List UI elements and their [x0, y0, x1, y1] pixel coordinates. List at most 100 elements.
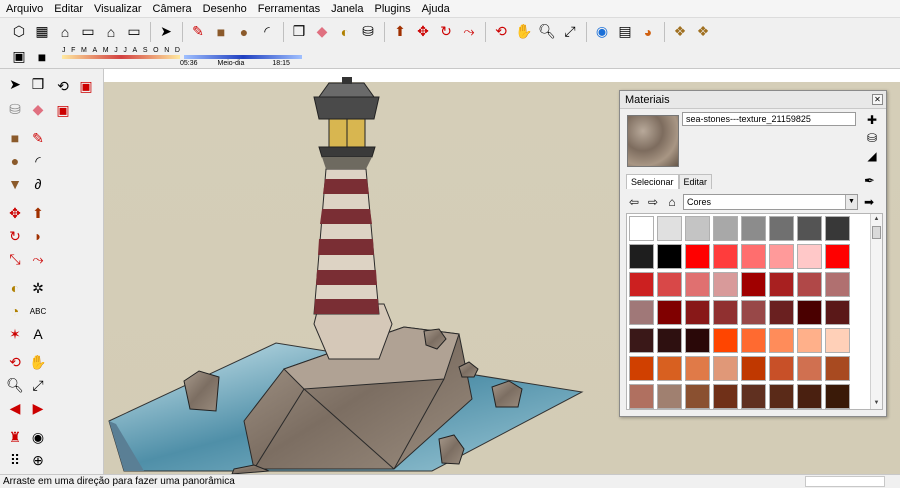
scroll-up-icon[interactable]: ▲	[871, 214, 882, 225]
menu-ajuda[interactable]: Ajuda	[422, 3, 450, 15]
3d-text-icon[interactable]: A	[27, 323, 49, 345]
axes-icon[interactable]: ✶	[4, 323, 26, 345]
select-icon[interactable]: ➤	[4, 73, 26, 95]
top-view-icon[interactable]: ▦	[31, 21, 53, 43]
create-material-icon[interactable]: ✚	[863, 111, 881, 129]
scroll-thumb[interactable]	[872, 226, 881, 239]
share-model-icon[interactable]: ◕	[637, 21, 659, 43]
color-swatch[interactable]	[657, 216, 682, 241]
color-swatch[interactable]	[657, 356, 682, 381]
month-slider[interactable]	[62, 54, 180, 59]
tab-selecionar[interactable]: Selecionar	[626, 174, 679, 189]
select-icon[interactable]: ➤	[155, 21, 177, 43]
pan-icon[interactable]: ✋	[27, 351, 49, 373]
menu-visualizar[interactable]: Visualizar	[94, 3, 142, 15]
color-swatch[interactable]	[713, 384, 738, 409]
rotate-icon[interactable]: ↻	[4, 225, 26, 247]
color-swatch[interactable]	[713, 272, 738, 297]
front-view-icon[interactable]: ⌂	[54, 21, 76, 43]
display-shadows-icon[interactable]: ■	[31, 46, 53, 68]
circle-icon[interactable]: ●	[4, 150, 26, 172]
push-pull-icon[interactable]: ⬆	[27, 202, 49, 224]
color-swatch[interactable]	[797, 384, 822, 409]
dimension-icon[interactable]: ✲	[27, 277, 49, 299]
arc-icon[interactable]: ◜	[27, 150, 49, 172]
pencil-icon[interactable]: ✎	[27, 127, 49, 149]
color-swatch[interactable]	[713, 244, 738, 269]
menu-janela[interactable]: Janela	[331, 3, 363, 15]
follow-me-icon[interactable]: ◗	[27, 225, 49, 247]
color-swatch[interactable]	[769, 272, 794, 297]
color-swatch[interactable]	[769, 244, 794, 269]
menu-arquivo[interactable]: Arquivo	[6, 3, 43, 15]
google-earth-icon[interactable]: ◉	[591, 21, 613, 43]
arc-icon[interactable]: ◜	[256, 21, 278, 43]
push-pull-icon[interactable]: ⬆	[389, 21, 411, 43]
measurements-box[interactable]	[805, 476, 885, 487]
color-swatch[interactable]	[741, 384, 766, 409]
rectangle-icon[interactable]: ■	[4, 127, 26, 149]
color-swatch[interactable]	[629, 356, 654, 381]
home-icon[interactable]: ⌂	[664, 195, 680, 209]
color-swatch[interactable]	[825, 384, 850, 409]
time-slider[interactable]	[184, 54, 302, 59]
move-icon[interactable]: ✥	[4, 202, 26, 224]
polygon-icon[interactable]: ▼	[4, 173, 26, 195]
library-select[interactable]: Cores ▼	[683, 194, 858, 210]
zoom-extents-icon[interactable]: ▣	[75, 75, 97, 97]
position-camera-icon[interactable]: ♜	[4, 426, 26, 448]
color-swatch[interactable]	[741, 216, 766, 241]
color-swatch[interactable]	[685, 272, 710, 297]
forward-arrow-icon[interactable]: ⇨	[645, 195, 661, 209]
zoom-extents-icon[interactable]: ⤢	[559, 21, 581, 43]
freehand-icon[interactable]: ∂	[27, 173, 49, 195]
color-swatch[interactable]	[825, 356, 850, 381]
protractor-icon[interactable]: ◔	[4, 300, 26, 322]
color-swatch[interactable]	[741, 272, 766, 297]
tape-measure-icon[interactable]: ◐	[334, 21, 356, 43]
material-name-field[interactable]: sea-stones---texture_21159825	[682, 112, 856, 126]
color-swatch[interactable]	[629, 272, 654, 297]
color-swatch[interactable]	[713, 300, 738, 325]
offset-icon[interactable]: ⤳	[27, 248, 49, 270]
iso-view-icon[interactable]: ⬡	[8, 21, 30, 43]
eyedropper-icon[interactable]: ✒	[864, 173, 875, 189]
color-swatch[interactable]	[797, 300, 822, 325]
zoom-icon[interactable]: 🔍︎	[4, 374, 26, 396]
sample-paint-icon[interactable]: ◢	[863, 147, 881, 165]
menu-desenho[interactable]: Desenho	[203, 3, 247, 15]
left-view-icon[interactable]: ▭	[123, 21, 145, 43]
paint-bucket-icon[interactable]: ⛁	[4, 98, 26, 120]
back-view-icon[interactable]: ⌂	[100, 21, 122, 43]
pencil-icon[interactable]: ✎	[187, 21, 209, 43]
scale-icon[interactable]: ▣	[52, 99, 74, 121]
color-swatch[interactable]	[629, 384, 654, 409]
color-swatch[interactable]	[685, 300, 710, 325]
paint-bucket-icon[interactable]: ⛁	[357, 21, 379, 43]
color-swatch[interactable]	[741, 244, 766, 269]
color-swatch[interactable]	[825, 300, 850, 325]
look-around-icon[interactable]: ◉	[27, 426, 49, 448]
components-icon[interactable]: ❖	[669, 21, 691, 43]
color-swatch[interactable]	[797, 328, 822, 353]
color-swatch[interactable]	[769, 300, 794, 325]
color-swatch[interactable]	[769, 216, 794, 241]
color-swatch[interactable]	[797, 356, 822, 381]
color-swatch[interactable]	[629, 216, 654, 241]
color-swatch[interactable]	[629, 328, 654, 353]
color-swatch[interactable]	[769, 328, 794, 353]
make-component-icon[interactable]: ❒	[288, 21, 310, 43]
paint-bucket-icon[interactable]: ⛁	[863, 129, 881, 147]
scroll-down-icon[interactable]: ▼	[871, 398, 882, 409]
orbit-icon[interactable]: ⟲	[4, 351, 26, 373]
walk-icon[interactable]: ⠿	[4, 449, 26, 471]
color-swatch[interactable]	[657, 328, 682, 353]
chevron-down-icon[interactable]: ▼	[845, 195, 857, 209]
color-swatch[interactable]	[769, 384, 794, 409]
color-swatch[interactable]	[713, 328, 738, 353]
color-swatch[interactable]	[685, 244, 710, 269]
color-swatch[interactable]	[657, 272, 682, 297]
details-arrow-icon[interactable]: ➡	[864, 195, 874, 209]
pan-icon[interactable]: ✋	[513, 21, 535, 43]
color-swatch[interactable]	[685, 328, 710, 353]
